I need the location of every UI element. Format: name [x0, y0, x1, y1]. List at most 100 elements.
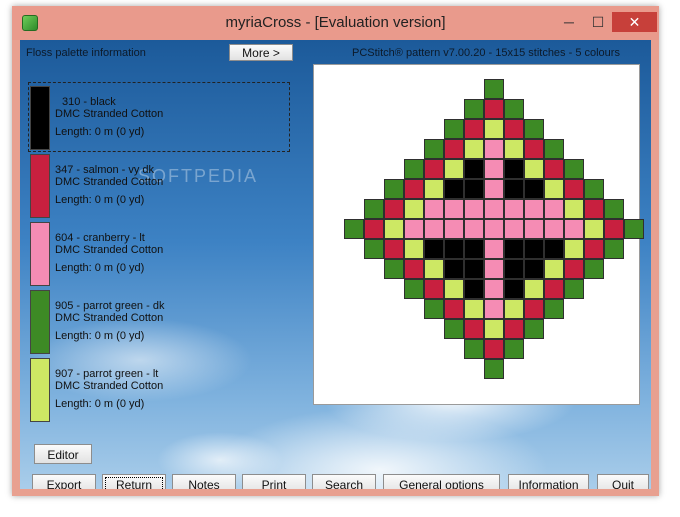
stitch-cell — [444, 239, 464, 259]
stitch-cell — [404, 159, 424, 179]
stitch-cell — [524, 219, 544, 239]
stitch-cell — [624, 219, 644, 239]
print-button[interactable]: Print — [242, 474, 306, 489]
stitch-cell — [444, 119, 464, 139]
stitch-cell — [604, 219, 624, 239]
stitch-cell — [504, 159, 524, 179]
floss-brand: DMC Stranded Cotton — [55, 244, 164, 256]
stitch-cell — [564, 159, 584, 179]
stitch-cell — [404, 219, 424, 239]
title-bar[interactable]: myriaCross - [Evaluation version] ─ ☐ ✕ — [12, 6, 659, 40]
main-panel: SOFTPEDIA Floss palette information More… — [20, 40, 651, 489]
stitch-cell — [524, 179, 544, 199]
stitch-cell — [424, 159, 444, 179]
floss-length: Length: 0 m (0 yd) — [55, 194, 145, 206]
stitch-cell — [564, 279, 584, 299]
stitch-cell — [424, 279, 444, 299]
stitch-cell — [484, 159, 504, 179]
stitch-cell — [504, 319, 524, 339]
stitch-cell — [484, 339, 504, 359]
stitch-cell — [604, 239, 624, 259]
stitch-cell — [484, 359, 504, 379]
maximize-icon[interactable]: ☐ — [585, 12, 611, 32]
stitch-cell — [544, 139, 564, 159]
stitch-cell — [464, 119, 484, 139]
stitch-cell — [504, 139, 524, 159]
stitch-cell — [444, 259, 464, 279]
stitch-cell — [364, 199, 384, 219]
floss-name: 907 - parrot green - lt — [55, 368, 159, 380]
stitch-cell — [484, 179, 504, 199]
stitch-cell — [464, 199, 484, 219]
stitch-cell — [544, 239, 564, 259]
pattern-preview[interactable] — [313, 64, 644, 405]
floss-swatch[interactable] — [30, 290, 50, 354]
editor-button[interactable]: Editor — [34, 444, 92, 464]
stitch-cell — [404, 239, 424, 259]
stitch-cell — [584, 239, 604, 259]
stitch-cell — [524, 279, 544, 299]
stitch-cell — [564, 259, 584, 279]
floss-swatch[interactable] — [30, 86, 50, 150]
stitch-cell — [444, 319, 464, 339]
floss-length: Length: 0 m (0 yd) — [55, 262, 145, 274]
stitch-cell — [504, 179, 524, 199]
stitch-cell — [404, 179, 424, 199]
floss-brand: DMC Stranded Cotton — [55, 312, 164, 324]
stitch-cell — [524, 259, 544, 279]
floss-length: Length: 0 m (0 yd) — [55, 330, 145, 342]
stitch-cell — [484, 259, 504, 279]
stitch-cell — [404, 279, 424, 299]
export-button[interactable]: Export — [32, 474, 96, 489]
stitch-cell — [584, 259, 604, 279]
stitch-cell — [424, 219, 444, 239]
floss-swatch[interactable] — [30, 154, 50, 218]
stitch-cell — [444, 299, 464, 319]
stitch-cell — [524, 139, 544, 159]
floss-swatch[interactable] — [30, 222, 50, 286]
stitch-cell — [544, 279, 564, 299]
floss-name: 905 - parrot green - dk — [55, 300, 165, 312]
minimize-icon[interactable]: ─ — [556, 12, 582, 32]
floss-swatch[interactable] — [30, 358, 50, 422]
stitch-cell — [484, 319, 504, 339]
stitch-cell — [384, 259, 404, 279]
stitch-cell — [584, 219, 604, 239]
stitch-cell — [464, 299, 484, 319]
stitch-cell — [544, 199, 564, 219]
general-options-button[interactable]: General options — [383, 474, 500, 489]
stitch-cell — [484, 79, 504, 99]
search-button[interactable]: Search — [312, 474, 376, 489]
stitch-cell — [584, 179, 604, 199]
more-button[interactable]: More > — [229, 44, 293, 61]
stitch-cell — [424, 179, 444, 199]
stitch-cell — [424, 239, 444, 259]
stitch-cell — [564, 199, 584, 219]
stitch-cell — [444, 279, 464, 299]
stitch-cell — [384, 179, 404, 199]
return-button[interactable]: Return — [102, 474, 166, 489]
close-icon[interactable]: ✕ — [612, 12, 657, 32]
stitch-cell — [524, 299, 544, 319]
stitch-cell — [504, 119, 524, 139]
stitch-cell — [504, 239, 524, 259]
quit-button[interactable]: Quit — [597, 474, 649, 489]
stitch-cell — [564, 239, 584, 259]
stitch-cell — [504, 299, 524, 319]
stitch-cell — [524, 319, 544, 339]
panel-title: Floss palette information — [26, 47, 146, 59]
stitch-cell — [444, 199, 464, 219]
stitch-cell — [504, 99, 524, 119]
floss-name: 347 - salmon - vy dk — [55, 164, 155, 176]
stitch-cell — [584, 199, 604, 219]
stitch-cell — [344, 219, 364, 239]
stitch-cell — [504, 219, 524, 239]
floss-brand: DMC Stranded Cotton — [55, 108, 164, 120]
stitch-cell — [484, 99, 504, 119]
stitch-cell — [444, 219, 464, 239]
stitch-cell — [464, 99, 484, 119]
notes-button[interactable]: Notes — [172, 474, 236, 489]
information-button[interactable]: Information — [508, 474, 589, 489]
stitch-cell — [504, 339, 524, 359]
stitch-cell — [524, 159, 544, 179]
